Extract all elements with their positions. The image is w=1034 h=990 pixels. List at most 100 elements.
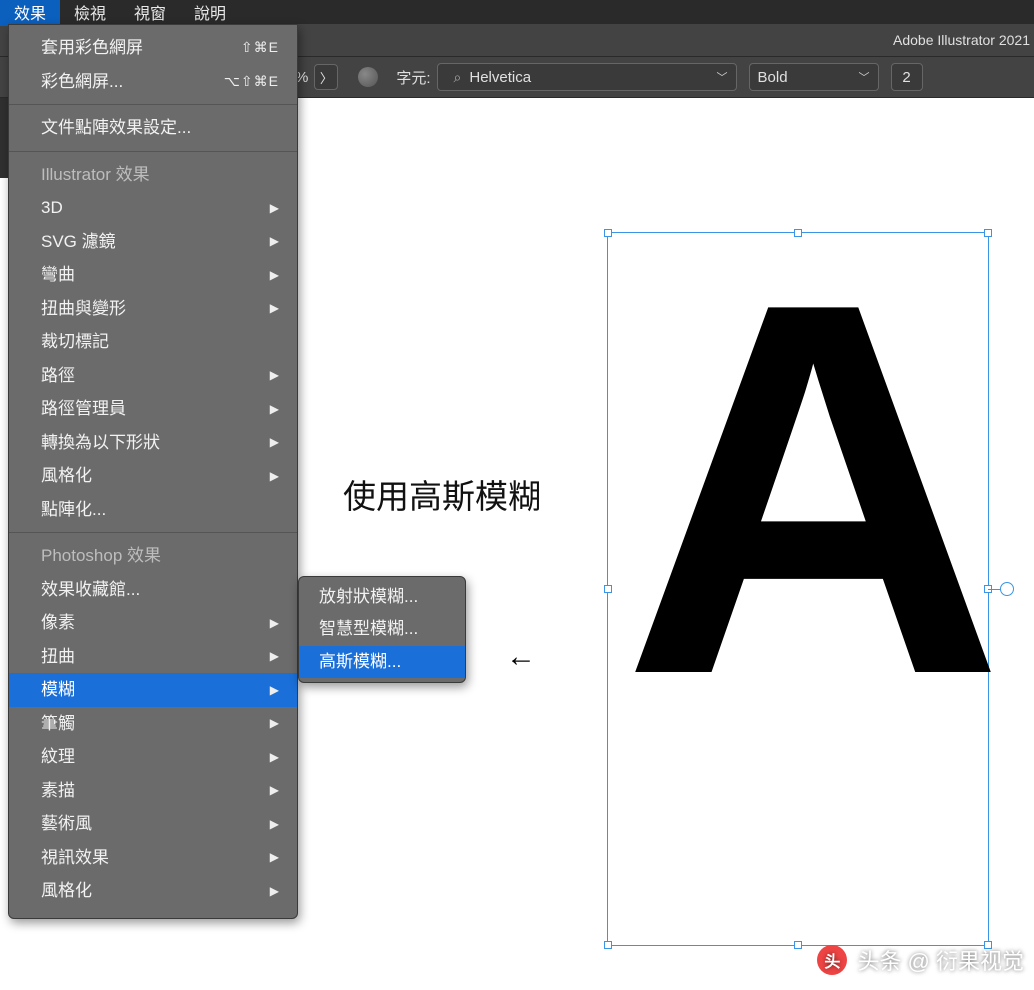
menubar-item-help[interactable]: 說明 <box>180 0 240 26</box>
menu-item-label: 風格化 <box>41 878 92 904</box>
submenu-arrow-icon: ▶ <box>270 400 279 418</box>
menu-item-label: 3D <box>41 195 63 221</box>
text-out-port[interactable] <box>1000 582 1014 596</box>
font-size-value: 2 <box>902 69 910 86</box>
menu-item-artistic[interactable]: 藝術風 ▶ <box>9 807 297 841</box>
menu-separator <box>9 104 297 105</box>
search-icon: ⌕ <box>454 69 462 86</box>
handle-bm[interactable] <box>794 941 802 949</box>
menu-item-label: 扭曲 <box>41 644 75 670</box>
menu-item-brush-strokes[interactable]: 筆觸 ▶ <box>9 707 297 741</box>
menu-separator <box>9 532 297 533</box>
menu-item-warp[interactable]: 彎曲 ▶ <box>9 258 297 292</box>
submenu-arrow-icon: ▶ <box>270 815 279 833</box>
menu-item-label: SVG 濾鏡 <box>41 229 116 255</box>
menu-item-shortcut: ⌥⇧⌘E <box>224 71 279 92</box>
submenu-arrow-icon: ▶ <box>270 614 279 632</box>
annotation-arrow: ← <box>506 640 536 674</box>
menu-item-label: 彎曲 <box>41 262 75 288</box>
menu-item-label: 效果收藏館... <box>41 577 140 603</box>
menu-item-label: 素描 <box>41 778 75 804</box>
blur-submenu: 放射狀模糊... 智慧型模糊... 高斯模糊... <box>298 576 466 683</box>
menu-item-label: 藝術風 <box>41 811 92 837</box>
menu-item-blur[interactable]: 模糊▶ <box>9 673 297 707</box>
options-expand-button[interactable]: 〉 <box>314 64 338 90</box>
globe-icon[interactable] <box>358 67 378 87</box>
annotation-text: 使用高斯模糊 <box>343 470 541 518</box>
handle-tl[interactable] <box>604 229 612 237</box>
submenu-arrow-icon: ▶ <box>270 882 279 900</box>
menu-item-texture[interactable]: 紋理 ▶ <box>9 740 297 774</box>
menu-item-label: 轉換為以下形狀 <box>41 430 160 456</box>
menubar: 效果 檢視 視窗 說明 <box>0 0 1034 24</box>
menu-item-doc-raster-settings[interactable]: 文件點陣效果設定... <box>9 111 297 145</box>
submenu-arrow-icon: ▶ <box>270 467 279 485</box>
chevron-down-icon: ﹀ <box>859 69 870 85</box>
menu-item-label: 視訊效果 <box>41 845 109 871</box>
menubar-item-effects[interactable]: 效果 <box>0 0 60 26</box>
watermark-text: 头条 @ 衍果视觉 <box>857 944 1024 976</box>
menu-item-video[interactable]: 視訊效果 ▶ <box>9 841 297 875</box>
submenu-arrow-icon: ▶ <box>270 232 279 250</box>
menu-item-effect-gallery[interactable]: 效果收藏館... <box>9 573 297 607</box>
menu-item-label: 扭曲與變形 <box>41 296 126 322</box>
menubar-item-window[interactable]: 視窗 <box>120 0 180 26</box>
menu-item-label: 套用彩色網屏 <box>41 35 143 61</box>
menu-section-illustrator: Illustrator 效果 <box>9 158 297 192</box>
menu-item-3d[interactable]: 3D▶ <box>9 191 297 225</box>
canvas-letter: A <box>622 280 995 699</box>
submenu-arrow-icon: ▶ <box>270 366 279 384</box>
menubar-item-view[interactable]: 檢視 <box>60 0 120 26</box>
submenu-arrow-icon: ▶ <box>270 433 279 451</box>
menu-item-shortcut: ⇧⌘E <box>241 37 279 58</box>
menu-item-path[interactable]: 路徑 ▶ <box>9 359 297 393</box>
font-family-value: Helvetica <box>465 69 716 86</box>
menu-item-stylize-ai[interactable]: 風格化 ▶ <box>9 459 297 493</box>
menu-item-label: 紋理 <box>41 744 75 770</box>
menu-item-label: 路徑 <box>41 363 75 389</box>
font-weight-dropdown[interactable]: Bold ﹀ <box>749 63 879 91</box>
font-weight-value: Bold <box>758 69 788 86</box>
menu-item-apply-color-halftone[interactable]: 套用彩色網屏 ⇧⌘E <box>9 31 297 65</box>
menu-item-label: 筆觸 <box>41 711 75 737</box>
submenu-item-radial-blur[interactable]: 放射狀模糊... <box>299 581 465 613</box>
font-label: 字元: <box>396 67 430 88</box>
menu-item-pathfinder[interactable]: 路徑管理員 ▶ <box>9 392 297 426</box>
menu-item-label: 模糊 <box>41 677 75 703</box>
menu-item-label: 像素 <box>41 610 75 636</box>
menu-item-svg-filters[interactable]: SVG 濾鏡 ▶ <box>9 225 297 259</box>
handle-bl[interactable] <box>604 941 612 949</box>
menu-item-crop-marks[interactable]: 裁切標記 <box>9 325 297 359</box>
font-size-stepper[interactable]: 2 <box>891 63 923 91</box>
menu-item-stylize-ps[interactable]: 風格化 ▶ <box>9 874 297 908</box>
menu-item-label: 文件點陣效果設定... <box>41 115 191 141</box>
submenu-arrow-icon: ▶ <box>270 714 279 732</box>
effects-dropdown: 套用彩色網屏 ⇧⌘E 彩色網屏... ⌥⇧⌘E 文件點陣效果設定... Illu… <box>8 24 298 919</box>
menu-item-sketch[interactable]: 素描 ▶ <box>9 774 297 808</box>
chevron-down-icon: ﹀ <box>717 69 728 85</box>
menu-item-label: 彩色網屏... <box>41 69 123 95</box>
submenu-item-smart-blur[interactable]: 智慧型模糊... <box>299 613 465 645</box>
menu-section-photoshop: Photoshop 效果 <box>9 539 297 573</box>
menu-item-convert-shape[interactable]: 轉換為以下形狀 ▶ <box>9 426 297 460</box>
submenu-arrow-icon: ▶ <box>270 266 279 284</box>
menu-item-distort-transform[interactable]: 扭曲與變形 ▶ <box>9 292 297 326</box>
menu-item-pixelate[interactable]: 像素 ▶ <box>9 606 297 640</box>
menu-item-rasterize[interactable]: 點陣化... <box>9 493 297 527</box>
menu-item-color-halftone[interactable]: 彩色網屏... ⌥⇧⌘E <box>9 65 297 99</box>
watermark: 头 头条 @ 衍果视觉 <box>817 944 1024 976</box>
menu-item-label: 路徑管理員 <box>41 396 126 422</box>
submenu-arrow-icon: ▶ <box>270 848 279 866</box>
submenu-item-gaussian-blur[interactable]: 高斯模糊... <box>299 646 465 678</box>
menu-separator <box>9 151 297 152</box>
submenu-arrow-icon: ▶ <box>270 647 279 665</box>
submenu-arrow-icon: ▶ <box>270 299 279 317</box>
menu-item-distort-ps[interactable]: 扭曲 ▶ <box>9 640 297 674</box>
menu-item-label: 風格化 <box>41 463 92 489</box>
submenu-arrow-icon: ▶ <box>270 748 279 766</box>
handle-ml[interactable] <box>604 585 612 593</box>
submenu-arrow-icon: ▶ <box>270 781 279 799</box>
app-title: Adobe Illustrator 2021 <box>893 32 1030 48</box>
watermark-logo-icon: 头 <box>817 945 847 975</box>
font-family-dropdown[interactable]: ⌕ Helvetica ﹀ <box>437 63 737 91</box>
